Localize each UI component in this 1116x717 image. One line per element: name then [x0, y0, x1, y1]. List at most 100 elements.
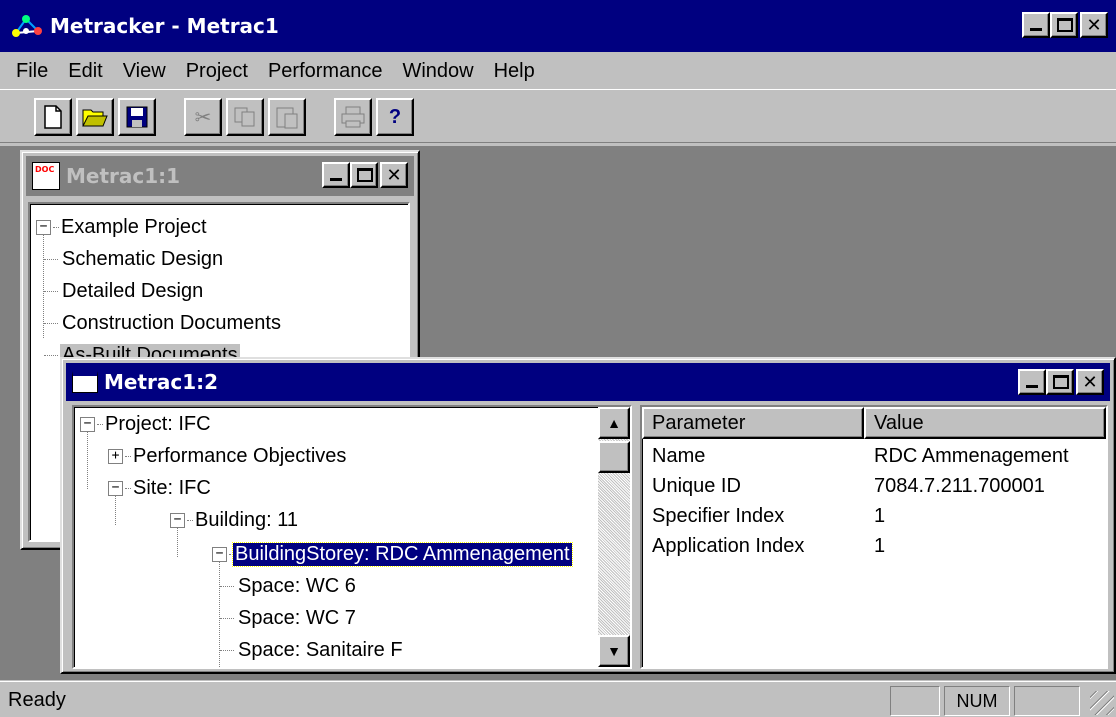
window1-title-bar[interactable]: DOC Metrac1:1 ✕	[26, 156, 414, 196]
tree-node-label: Space: Sanitaire F	[238, 638, 403, 661]
tree-connector	[187, 519, 193, 521]
tree-node-label: Space: WC 6	[238, 574, 356, 597]
save-disk-icon	[126, 106, 148, 128]
close-icon: ✕	[386, 164, 402, 186]
scroll-up-button[interactable]: ▲	[598, 407, 630, 439]
app-title-bar[interactable]: Metracker - Metrac1 ✕	[0, 0, 1116, 52]
cut-button[interactable]: ✂	[184, 98, 222, 136]
close-icon: ✕	[1082, 371, 1098, 393]
tree-node[interactable]: − Example Project	[36, 212, 207, 242]
tree-connector	[97, 423, 103, 425]
tree-connector	[44, 354, 58, 356]
property-grid: Parameter Value Name RDC Ammenagement Un…	[640, 405, 1108, 669]
menu-file[interactable]: File	[6, 60, 58, 83]
status-panel-3	[1014, 686, 1080, 716]
column-header-parameter[interactable]: Parameter	[642, 407, 864, 439]
grid-param-specifier-index: Specifier Index	[652, 505, 785, 527]
collapse-icon[interactable]: −	[170, 512, 185, 528]
tree-node[interactable]: Detailed Design	[44, 276, 203, 306]
window1-maximize-button[interactable]	[350, 162, 378, 188]
status-text: Ready	[8, 689, 66, 711]
grid-value-application-index: 1	[874, 535, 886, 557]
tree-node[interactable]: − Building: 11	[170, 505, 298, 535]
grid-value-specifier-index: 1	[874, 505, 886, 527]
close-button[interactable]: ✕	[1080, 12, 1108, 38]
grid-value-unique-id: 7084.7.211.700001	[874, 475, 1045, 497]
help-button[interactable]: ?	[376, 98, 414, 136]
tree-connector	[44, 258, 58, 260]
tree-node-label: Schematic Design	[62, 247, 224, 270]
window1-close-button[interactable]: ✕	[380, 162, 408, 188]
help-question-icon: ?	[388, 105, 402, 128]
tree-node[interactable]: − Site: IFC	[108, 473, 211, 503]
tree-node[interactable]: Schematic Design	[44, 244, 223, 274]
paste-button[interactable]	[268, 98, 306, 136]
menu-view[interactable]: View	[113, 60, 176, 83]
window2-close-button[interactable]: ✕	[1076, 369, 1104, 395]
tree-node[interactable]: Space: WC 7	[220, 603, 356, 633]
tree-connector	[220, 617, 234, 619]
open-folder-icon	[82, 109, 108, 127]
column-header-value[interactable]: Value	[864, 407, 1106, 439]
maximize-icon	[1057, 18, 1073, 32]
expand-icon[interactable]: +	[108, 448, 123, 464]
window2-maximize-button[interactable]	[1046, 369, 1074, 395]
child-window-2: Metrac1:2 ✕ − Project: IFC + Performance…	[60, 357, 1116, 674]
scroll-thumb[interactable]	[598, 441, 630, 473]
grid-value-name: RDC Ammenagement	[874, 445, 1069, 467]
grid-param-name: Name	[652, 445, 706, 467]
window2-title-bar[interactable]: Metrac1:2 ✕	[66, 363, 1110, 401]
tree-connector	[125, 487, 131, 489]
network-app-icon[interactable]	[10, 11, 44, 41]
window2-tree[interactable]: − Project: IFC + Performance Objectives …	[72, 405, 632, 669]
window2-minimize-button[interactable]	[1018, 369, 1046, 395]
tree-node[interactable]: + Performance Objectives	[108, 441, 346, 471]
menu-project[interactable]: Project	[176, 60, 258, 83]
menu-window[interactable]: Window	[392, 60, 483, 83]
copy-button[interactable]	[226, 98, 264, 136]
resize-grip[interactable]	[1090, 691, 1114, 715]
minimize-button[interactable]	[1022, 12, 1050, 38]
collapse-icon[interactable]: −	[108, 480, 123, 496]
tree-node-label: Project: IFC	[105, 412, 211, 435]
status-panel-1	[890, 686, 940, 716]
print-button[interactable]	[334, 98, 372, 136]
printer-icon	[341, 106, 365, 128]
tree-node[interactable]: Space: Sanitaire F	[220, 635, 403, 665]
window-icon	[72, 371, 98, 393]
window1-controls: ✕	[322, 162, 408, 188]
window1-minimize-button[interactable]	[322, 162, 350, 188]
scroll-down-button[interactable]: ▼	[598, 635, 630, 667]
new-button[interactable]	[34, 98, 72, 136]
tree-node[interactable]: − BuildingStorey: RDC Ammenagement	[212, 539, 573, 569]
tree-connector	[44, 322, 58, 324]
window1-title: Metrac1:1	[66, 164, 181, 188]
tree-connector	[44, 290, 58, 292]
paste-icon	[276, 107, 298, 129]
menu-edit[interactable]: Edit	[58, 60, 112, 83]
tree-node[interactable]: Space: WC 6	[220, 571, 356, 601]
collapse-icon[interactable]: −	[80, 416, 95, 432]
collapse-icon[interactable]: −	[212, 546, 227, 562]
menu-help[interactable]: Help	[484, 60, 545, 83]
tree-node-label: Performance Objectives	[133, 444, 347, 467]
maximize-icon	[1053, 375, 1069, 389]
status-panel-num: NUM	[944, 686, 1010, 716]
menu-performance[interactable]: Performance	[258, 60, 393, 83]
window2-title: Metrac1:2	[104, 370, 219, 394]
app-title: Metracker - Metrac1	[50, 14, 279, 38]
arrow-up-icon: ▲	[607, 415, 621, 431]
tree-connector	[53, 226, 59, 228]
save-button[interactable]	[118, 98, 156, 136]
document-icon: DOC	[32, 162, 60, 190]
menu-bar: File Edit View Project Performance Windo…	[0, 54, 1116, 88]
open-button[interactable]	[76, 98, 114, 136]
maximize-button[interactable]	[1050, 12, 1078, 38]
tree-node[interactable]: Construction Documents	[44, 308, 281, 338]
tree-node[interactable]: − Project: IFC	[80, 409, 211, 439]
tree-node-label-selected: BuildingStorey: RDC Ammenagement	[232, 541, 573, 567]
minimize-icon	[330, 178, 342, 181]
scissors-icon: ✂	[194, 106, 212, 129]
arrow-down-icon: ▼	[607, 643, 621, 659]
collapse-icon[interactable]: −	[36, 219, 51, 235]
